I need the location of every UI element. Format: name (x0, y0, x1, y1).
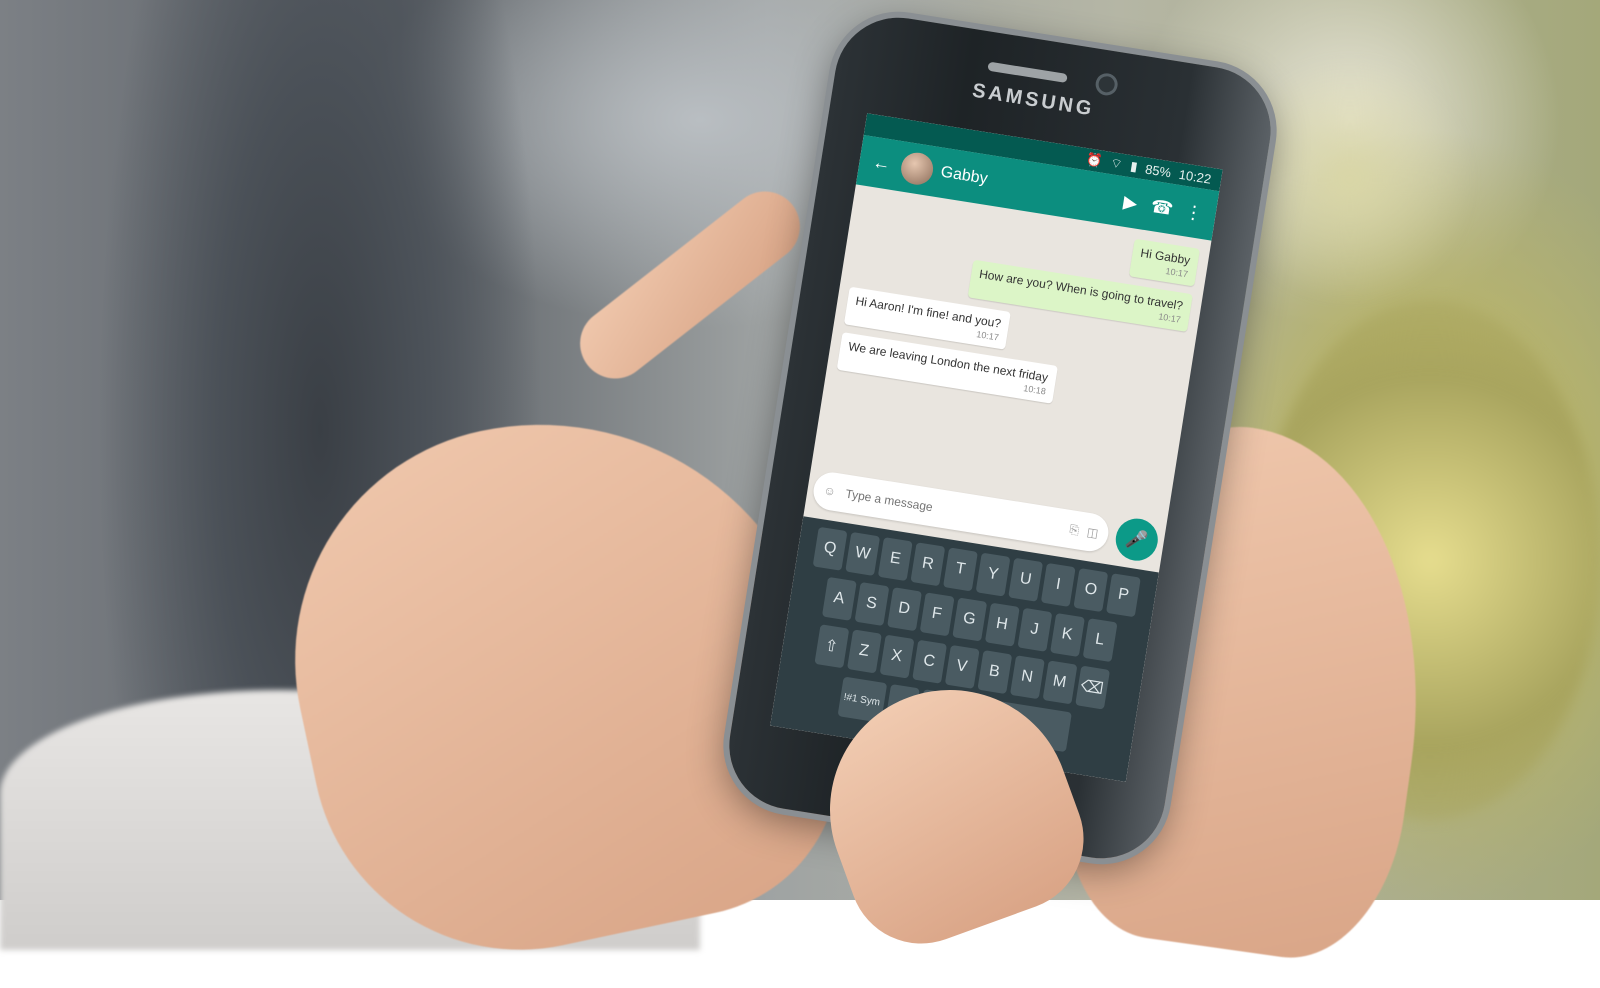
battery-level: 85% (1144, 161, 1173, 180)
status-time: 10:22 (1177, 166, 1213, 187)
key-y[interactable]: Y (975, 552, 1011, 597)
key-x[interactable]: X (879, 634, 914, 679)
key-d[interactable]: D (886, 587, 922, 632)
key-r[interactable]: R (910, 542, 946, 587)
key-u[interactable]: U (1008, 557, 1044, 602)
key-w[interactable]: W (845, 531, 881, 576)
earpiece (987, 61, 1068, 84)
video-call-icon[interactable]: ▶ (1117, 190, 1144, 214)
key-f[interactable]: F (919, 592, 955, 637)
key-c[interactable]: C (911, 639, 947, 684)
backspace-icon[interactable]: ⌫ (1074, 665, 1110, 710)
key-h[interactable]: H (984, 602, 1020, 647)
signal-icon: ▮ (1129, 158, 1139, 175)
message-incoming[interactable]: We are leaving London the next friday 10… (836, 332, 1058, 404)
mic-icon: 🎤 (1124, 527, 1150, 551)
key-a[interactable]: A (821, 576, 857, 621)
message-outgoing[interactable]: Hi Gabby 10:17 (1128, 238, 1201, 287)
key-j[interactable]: J (1016, 607, 1052, 652)
key-s[interactable]: S (854, 581, 889, 626)
key-o[interactable]: O (1073, 568, 1109, 613)
key-i[interactable]: I (1040, 562, 1076, 607)
key-g[interactable]: G (951, 597, 987, 642)
phone-icon[interactable]: ☎ (1149, 195, 1176, 219)
key-v[interactable]: V (944, 644, 980, 689)
wifi-icon: ⌔ (1109, 154, 1124, 172)
key-q[interactable]: Q (812, 526, 848, 571)
phone-screen: ⏰ ⌔ ▮ 85% 10:22 ← Gabby ▶ ☎ ⋮ Hi Gabby 1… (770, 113, 1223, 782)
shift-icon[interactable]: ⇧ (813, 624, 849, 669)
key-k[interactable]: K (1049, 612, 1085, 657)
camera-icon[interactable]: ◫ (1086, 525, 1099, 541)
paperclip-icon[interactable]: ⎘ (1068, 522, 1081, 538)
key-z[interactable]: Z (846, 629, 882, 674)
alarm-icon: ⏰ (1085, 151, 1104, 169)
key-b[interactable]: B (976, 649, 1012, 695)
back-arrow-icon[interactable]: ← (868, 151, 895, 175)
more-options-icon[interactable]: ⋮ (1180, 200, 1207, 224)
key-m[interactable]: M (1042, 660, 1077, 705)
key-e[interactable]: E (877, 537, 913, 582)
emoji-icon[interactable]: ☺ (823, 483, 837, 499)
front-camera (1097, 75, 1116, 94)
avatar[interactable] (898, 150, 936, 188)
key-t[interactable]: T (943, 547, 978, 592)
key-p[interactable]: P (1105, 573, 1141, 618)
key-l[interactable]: L (1082, 618, 1118, 663)
mic-button[interactable]: 🎤 (1112, 515, 1161, 564)
key-n[interactable]: N (1009, 655, 1045, 700)
